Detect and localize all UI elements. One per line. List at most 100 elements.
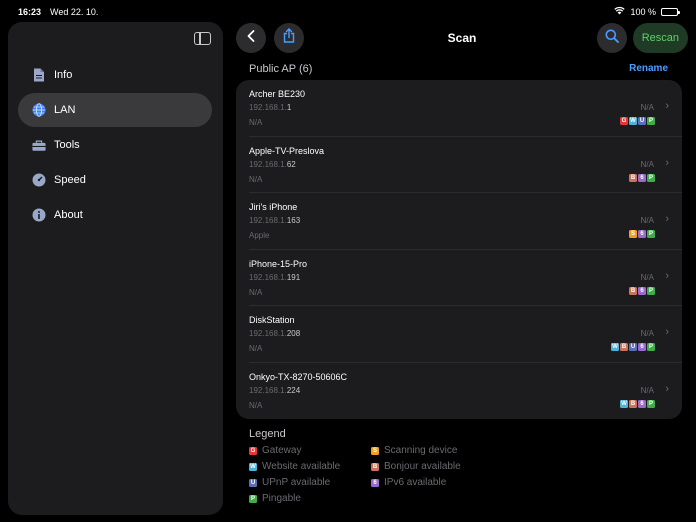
device-ip: 192.168.1.224 (249, 385, 301, 395)
chevron-right-icon: › (665, 156, 669, 169)
sidebar-item-label: About (54, 209, 83, 221)
capability-badge: P (647, 343, 655, 351)
device-vendor: N/A (249, 344, 263, 353)
capability-badge: U (638, 117, 646, 125)
device-detail: N/A (640, 385, 654, 395)
sidebar-nav: Info LAN Tools Speed About (18, 58, 212, 233)
device-badges: GWUP (620, 117, 655, 125)
capability-badge: B (629, 173, 637, 182)
legend-badge: W (249, 462, 257, 471)
device-name: iPhone-15-Pro (249, 258, 308, 269)
battery-icon (661, 7, 680, 16)
sidebar-item-label: Speed (54, 174, 86, 186)
device-row[interactable]: Apple-TV-Preslova 192.168.1.62 N/A N/A ›… (249, 137, 682, 193)
status-date: Wed 22. 10. (50, 7, 99, 17)
sidebar-toggle-icon[interactable] (194, 32, 211, 45)
device-ip: 192.168.1.208 (249, 329, 301, 338)
legend-badge: 6 (371, 478, 379, 487)
legend-badge: S (371, 446, 379, 455)
legend-item: B Bonjour available (371, 461, 461, 472)
device-detail: N/A (640, 103, 654, 112)
legend-badge: U (249, 478, 257, 487)
sidebar: Info LAN Tools Speed About (8, 22, 223, 515)
capability-badge: P (647, 286, 655, 295)
capability-badge: W (620, 399, 628, 408)
legend-title: Legend (249, 428, 286, 440)
capability-badge: B (620, 343, 628, 351)
capability-badge: P (647, 399, 655, 408)
status-bar: 16:23 Wed 22. 10. 100 % (0, 0, 696, 22)
legend-item: P Pingable (249, 493, 301, 504)
device-badges: B6P (629, 173, 655, 182)
chevron-right-icon: › (665, 100, 669, 112)
toolbar: Scan Rescan (236, 22, 688, 54)
capability-badge: 6 (638, 343, 646, 351)
device-badges: WBU6P (611, 343, 655, 351)
sidebar-item-tools[interactable]: Tools (18, 128, 212, 162)
chevron-right-icon: › (665, 382, 669, 395)
section-header: Public AP (6) (249, 63, 313, 75)
capability-badge: P (647, 230, 655, 238)
device-badges: B6P (629, 286, 655, 295)
device-row[interactable]: iPhone-15-Pro 192.168.1.191 N/A N/A › B6… (249, 250, 682, 306)
chevron-right-icon: › (665, 269, 669, 282)
sidebar-item-label: Info (54, 69, 73, 81)
sidebar-item-speed[interactable]: Speed (18, 163, 212, 197)
device-name: Jiri's iPhone (249, 202, 298, 212)
device-row[interactable]: DiskStation 192.168.1.208 N/A N/A › WBU6… (249, 306, 682, 363)
device-ip: 192.168.1.163 (249, 216, 301, 225)
capability-badge: 6 (638, 286, 646, 295)
capability-badge: B (629, 286, 637, 295)
device-detail: N/A (640, 159, 654, 169)
capability-badge: W (611, 343, 619, 351)
device-detail: N/A (640, 329, 654, 338)
search-icon (605, 29, 619, 48)
device-detail: N/A (640, 216, 654, 225)
status-right: 100 % (614, 6, 680, 17)
legend-badge: G (249, 446, 257, 455)
device-list: Archer BE230 192.168.1.1 N/A N/A › GWUP … (236, 80, 682, 419)
capability-badge: P (647, 117, 655, 125)
capability-badge: 6 (638, 173, 646, 182)
device-row[interactable]: Jiri's iPhone 192.168.1.163 Apple N/A › … (249, 193, 682, 250)
device-badges: WB6P (620, 399, 655, 408)
legend-item: S Scanning device (371, 445, 458, 456)
sidebar-item-about[interactable]: About (18, 198, 212, 232)
sidebar-item-lan[interactable]: LAN (18, 93, 212, 127)
device-vendor: N/A (249, 118, 263, 127)
device-vendor: Apple (249, 231, 270, 240)
capability-badge: P (647, 173, 655, 182)
device-ip: 192.168.1.62 (249, 159, 296, 169)
capability-badge: W (629, 117, 637, 125)
capability-badge: S (629, 230, 637, 238)
chevron-right-icon: › (665, 213, 669, 225)
rescan-button[interactable]: Rescan (632, 23, 688, 53)
status-time: 16:23 (18, 7, 42, 17)
legend-item: W Website available (249, 461, 341, 472)
capability-badge: 6 (638, 399, 646, 408)
device-ip: 192.168.1.1 (249, 103, 292, 112)
info-icon (32, 208, 46, 222)
device-vendor: N/A (249, 174, 263, 184)
legend-item: 6 IPv6 available (371, 477, 446, 488)
sidebar-item-info[interactable]: Info (18, 58, 212, 92)
capability-badge: B (629, 399, 637, 408)
sidebar-item-label: Tools (54, 139, 80, 151)
rename-button[interactable]: Rename (629, 63, 668, 74)
search-button[interactable] (597, 23, 627, 53)
legend-item: G Gateway (249, 445, 302, 456)
device-badges: S6P (629, 230, 655, 238)
device-detail: N/A (640, 272, 654, 282)
device-name: Archer BE230 (249, 89, 306, 99)
document-icon (32, 68, 46, 82)
legend-item: U UPnP available (249, 477, 331, 488)
device-row[interactable]: Onkyo-TX-8270-50606C 192.168.1.224 N/A N… (249, 363, 682, 420)
device-row[interactable]: Archer BE230 192.168.1.1 N/A N/A › GWUP (249, 80, 682, 137)
capability-badge: G (620, 117, 628, 125)
legend-badge: B (371, 462, 379, 471)
device-vendor: N/A (249, 287, 263, 297)
device-ip: 192.168.1.191 (249, 272, 301, 282)
sidebar-item-label: LAN (54, 104, 76, 116)
device-name: Apple-TV-Preslova (249, 145, 325, 156)
device-name: Onkyo-TX-8270-50606C (249, 371, 348, 382)
